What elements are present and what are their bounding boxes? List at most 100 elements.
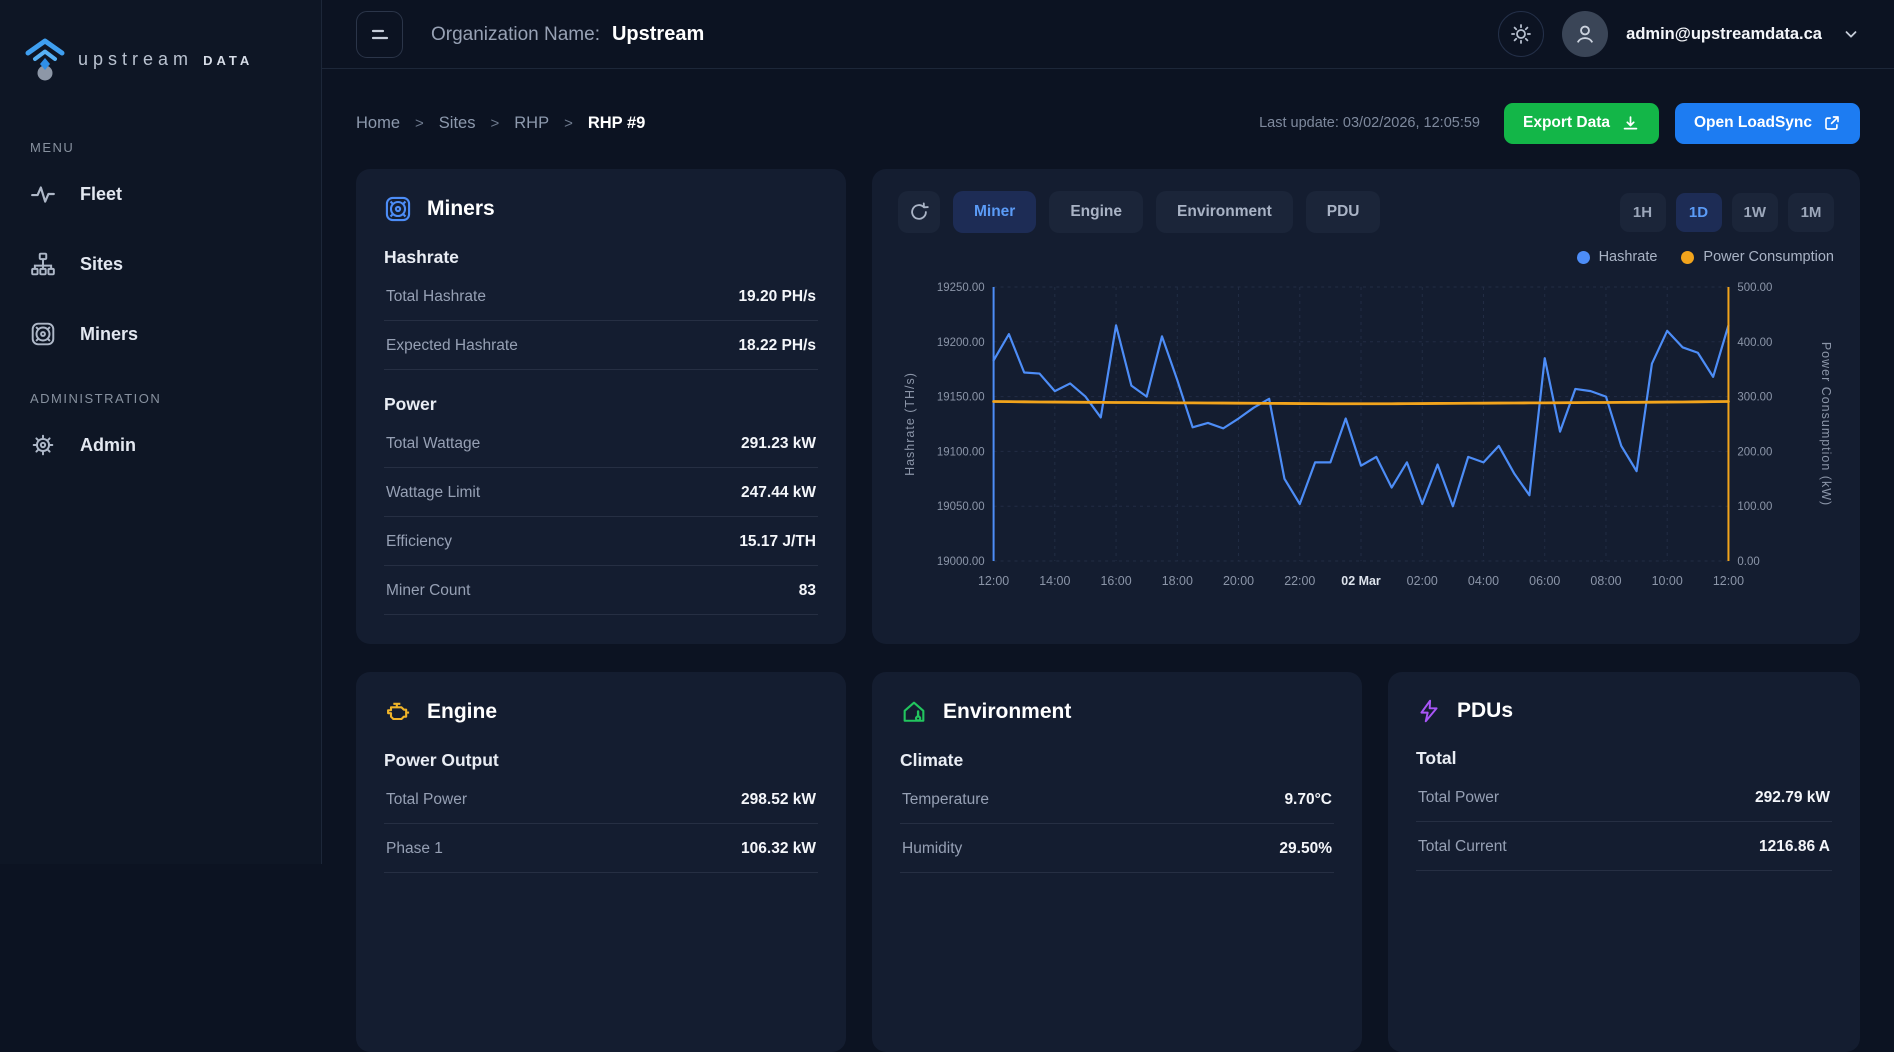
svg-text:18:00: 18:00 [1162, 574, 1193, 588]
stat-value: 15.17 J/TH [739, 533, 816, 550]
svg-text:500.00: 500.00 [1737, 282, 1772, 294]
external-link-icon [1825, 116, 1839, 130]
stat-value: 247.44 kW [741, 484, 816, 501]
stat-row: Expected Hashrate 18.22 PH/s [384, 321, 818, 370]
range-1m[interactable]: 1M [1788, 192, 1834, 232]
section-heading: Power [384, 394, 437, 414]
chart-tab-miner[interactable]: Miner [953, 191, 1037, 233]
pdus-card-title-row: PDUs [1416, 698, 1832, 724]
sidebar: upstream DATA MENU Fleet Sites Miners AD… [0, 0, 322, 864]
svg-text:200.00: 200.00 [1737, 446, 1772, 458]
breadcrumb-item-home[interactable]: Home [356, 114, 400, 133]
export-data-label: Export Data [1523, 114, 1610, 131]
section-heading: Climate [900, 750, 964, 770]
range-1h[interactable]: 1H [1619, 192, 1666, 232]
export-data-button[interactable]: Export Data [1504, 102, 1659, 144]
sidebar-item-sites[interactable]: Sites [0, 233, 321, 295]
range-1d[interactable]: 1D [1675, 192, 1722, 232]
sidebar-item-label: Sites [80, 253, 124, 274]
stat-value: 298.52 kW [741, 791, 816, 808]
svg-text:Power Consumption (kW): Power Consumption (kW) [1819, 342, 1833, 506]
chart-tab-environment[interactable]: Environment [1156, 191, 1293, 233]
main-area: Organization Name: Upstream admin@upstre… [322, 0, 1894, 1052]
environment-card: Environment Climate Temperature 9.70°C Hum… [872, 672, 1362, 1052]
stat-row: Total Hashrate 19.20 PH/s [384, 272, 818, 321]
sidebar-item-miners[interactable]: Miners [0, 303, 321, 365]
brand-name: upstream DATA [78, 48, 254, 69]
gear-icon [32, 434, 54, 456]
legend-dot [1576, 250, 1590, 264]
stat-label: Total Power [386, 791, 467, 808]
sidebar-item-admin[interactable]: Admin [0, 414, 321, 476]
svg-text:12:00: 12:00 [978, 574, 1009, 588]
stat-value: 291.23 kW [741, 435, 816, 452]
pdus-stats: Total Power 292.79 kW Total Current 1216.86… [1416, 773, 1832, 871]
stat-row: Phase 1 106.32 kW [384, 824, 818, 873]
svg-text:16:00: 16:00 [1100, 574, 1131, 588]
section-heading: Total [1416, 748, 1457, 768]
toolbar-actions: Last update: 03/02/2026, 12:05:59 Export… [1259, 102, 1860, 144]
user-avatar[interactable] [1562, 11, 1609, 57]
chart-tabs: Miner Engine Environment PDU [953, 191, 1381, 233]
download-icon [1623, 115, 1638, 130]
card-title: Environment [943, 700, 1072, 723]
engine-card-title-row: Engine [384, 698, 818, 726]
chart-tab-pdu[interactable]: PDU [1305, 191, 1381, 233]
stat-value: 292.79 kW [1755, 789, 1830, 806]
toolbar-row: Home > Sites > RHP > RHP #9 Last update: 03/02… [356, 102, 1860, 144]
stat-label: Efficiency [386, 533, 453, 550]
stat-label: Total Hashrate [386, 288, 486, 305]
breadcrumb-separator: > [490, 114, 500, 132]
sidebar-item-label: Miners [80, 323, 139, 344]
svg-text:06:00: 06:00 [1529, 574, 1560, 588]
chevron-down-icon[interactable] [1842, 25, 1860, 43]
breadcrumb-item-sites[interactable]: Sites [439, 114, 476, 133]
refresh-button[interactable] [898, 191, 940, 233]
legend-hashrate[interactable]: Hashrate [1576, 249, 1658, 265]
legend-label: Power Consumption [1703, 249, 1834, 265]
sidebar-toggle-button[interactable] [356, 10, 403, 58]
svg-text:19100.00: 19100.00 [937, 446, 985, 458]
user-email[interactable]: admin@upstreamdata.ca [1626, 25, 1822, 44]
breadcrumb-item-rhp-9: RHP #9 [587, 113, 646, 132]
person-icon [1577, 25, 1594, 43]
page-content: Home > Sites > RHP > RHP #9 Last update: 03/02… [322, 69, 1894, 1052]
stat-label: Total Power [1418, 789, 1499, 806]
brand-logo[interactable]: upstream DATA [0, 30, 321, 82]
refresh-icon [911, 202, 929, 220]
cards-row-top: Miners Hashrate Total Hashrate 19.20 PH/s… [356, 169, 1860, 644]
svg-text:Hashrate (TH/s): Hashrate (TH/s) [903, 372, 917, 476]
chart-card: Miner Engine Environment PDU 1H 1D 1W 1M Hashr… [872, 169, 1860, 644]
legend-dot [1681, 250, 1695, 264]
hashrate-power-chart: 19000.00 19050.00 19100.00 19150.00 19200.00… [903, 282, 1833, 588]
chart-tab-engine[interactable]: Engine [1049, 191, 1144, 233]
breadcrumb-item-rhp[interactable]: RHP [514, 114, 549, 133]
fan-icon [31, 322, 55, 346]
theme-toggle-button[interactable] [1498, 11, 1545, 57]
range-1w[interactable]: 1W [1731, 192, 1778, 232]
chart-legend: Hashrate Power Consumption [898, 249, 1834, 265]
chart-range-group: 1H 1D 1W 1M [1619, 192, 1834, 232]
legend-power-consumption[interactable]: Power Consumption [1681, 249, 1834, 265]
breadcrumb-separator: > [564, 114, 573, 132]
card-title: Engine [427, 700, 498, 723]
pdus-card: PDUs Total Total Power 292.79 kW Total Cur… [1388, 672, 1860, 1052]
legend-label: Hashrate [1598, 249, 1658, 265]
chart-header: Miner Engine Environment PDU 1H 1D 1W 1M [898, 191, 1834, 233]
open-loadsync-button[interactable]: Open LoadSync [1675, 102, 1860, 144]
svg-text:19000.00: 19000.00 [937, 556, 985, 568]
svg-text:14:00: 14:00 [1039, 574, 1070, 588]
stat-value: 29.50% [1279, 840, 1332, 857]
svg-text:19250.00: 19250.00 [937, 282, 985, 294]
stat-value: 9.70°C [1284, 791, 1332, 808]
stat-row: Total Power 298.52 kW [384, 775, 818, 824]
miners-card-title-row: Miners [384, 195, 818, 223]
svg-text:19050.00: 19050.00 [937, 501, 985, 513]
lightning-bolt-icon [1420, 699, 1438, 723]
open-loadsync-label: Open LoadSync [1694, 114, 1812, 131]
sidebar-item-fleet[interactable]: Fleet [0, 163, 321, 225]
environment-stats: Temperature 9.70°C Humidity 29.50% [900, 775, 1334, 873]
fan-icon [385, 196, 411, 222]
card-title: Miners [427, 197, 495, 220]
stat-row: Wattage Limit 247.44 kW [384, 468, 818, 517]
